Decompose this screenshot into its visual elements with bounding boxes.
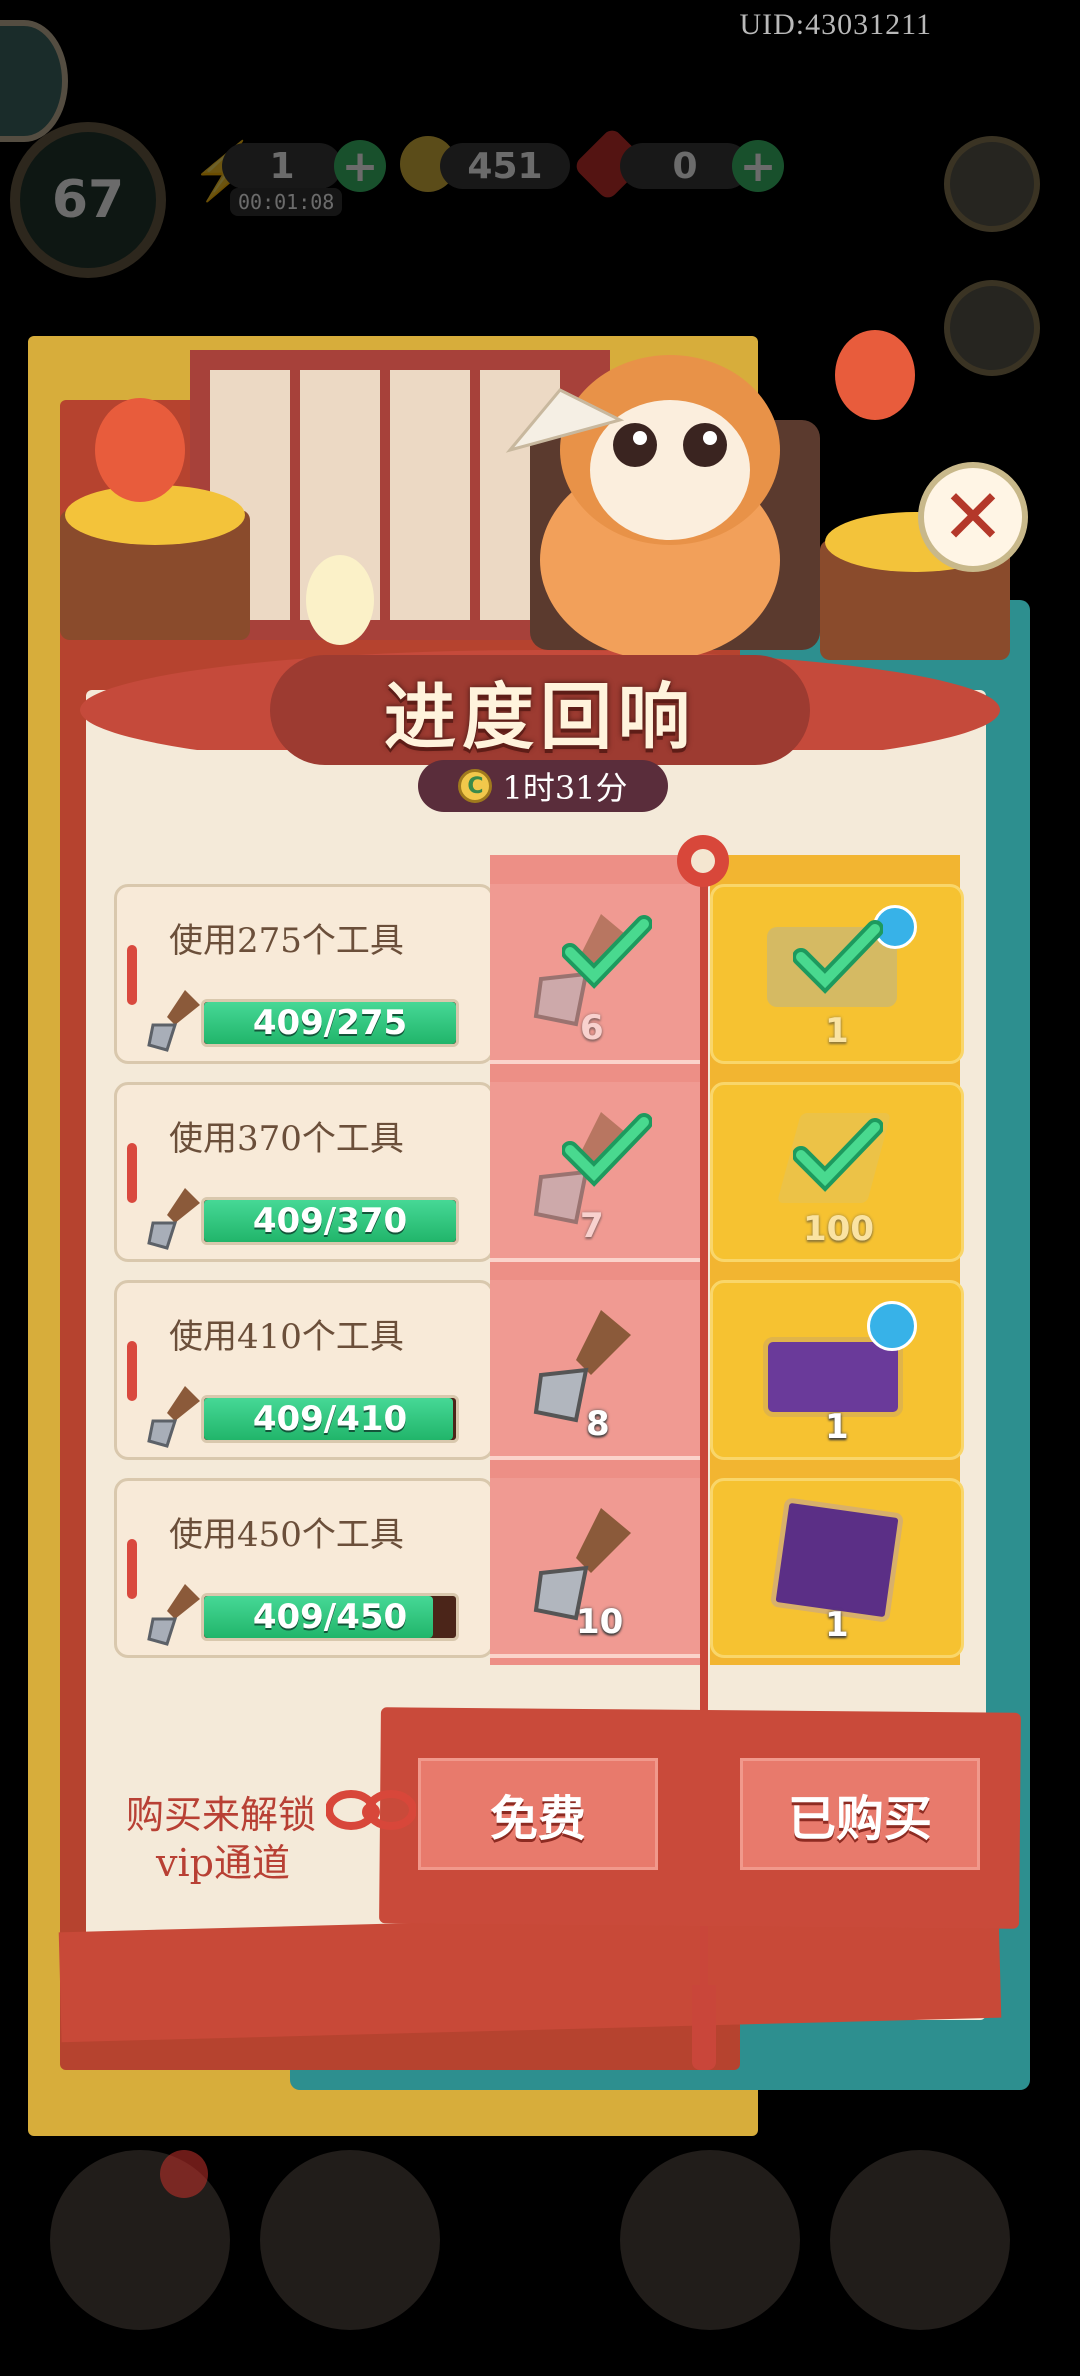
vip-unlock-note: 购买来解锁 [126,1793,317,1837]
task-label: 使用410个工具 [169,1317,404,1357]
reward-count: 100 [803,1209,874,1249]
reward-count: 1 [825,1407,849,1447]
panel-title: 进度回响 [383,673,696,759]
bow-icon [326,1790,416,1830]
task-label: 使用370个工具 [169,1119,404,1159]
tassel [692,1985,716,2070]
reward-count: 10 [576,1602,624,1642]
reward-count: 6 [580,1008,604,1048]
alert-badge [160,2150,208,2198]
row-marker [127,945,137,1005]
progress-bar: 409/370 [201,1197,459,1245]
energy-value: 1 [222,143,342,189]
progress-text: 409/370 [252,1201,408,1241]
row-marker [127,1539,137,1599]
reward-count: 7 [580,1206,604,1246]
task-row: 使用275个工具 409/275 [114,884,494,1064]
task-label: 使用275个工具 [169,921,404,961]
add-gem-button[interactable]: + [732,140,784,192]
task-row: 使用450个工具 409/450 [114,1478,494,1658]
energy-timer: 00:01:08 [230,188,343,216]
nav-teapot-icon[interactable] [830,2150,1010,2330]
vip-unlock-note: vip通道 [156,1841,290,1885]
task-label: 使用450个工具 [169,1515,404,1555]
progress-text: 409/275 [252,1003,408,1043]
progress-bar: 409/450 [201,1593,459,1641]
gem-value: 0 [620,143,750,189]
progress-text: 409/410 [252,1399,408,1439]
progress-text: 409/450 [252,1597,408,1637]
row-marker [127,1143,137,1203]
level-number: 67 [51,170,125,230]
shop-icon[interactable] [944,136,1040,232]
shovel-icon [147,1584,200,1646]
timer-text: 1时31分 [502,769,628,807]
close-button[interactable]: ✕ [918,462,1028,572]
check-icon [562,915,652,989]
coin-value: 451 [440,143,570,189]
user-id: UID:43031211 [739,8,932,41]
row-marker [127,1341,137,1401]
magnifier-icon[interactable] [867,1301,917,1351]
bought-button[interactable]: 已购买 [740,1758,980,1870]
check-icon [793,1118,883,1192]
free-reward-cell[interactable]: 10 [490,1478,702,1658]
task-row: 使用370个工具 409/370 [114,1082,494,1262]
check-icon [793,920,883,994]
progress-bar: 409/275 [201,999,459,1047]
title-plaque: 进度回响 [270,655,810,765]
clock-icon: C [458,769,493,803]
level-badge[interactable]: 67 [10,122,166,278]
close-icon: ✕ [941,472,1005,561]
event-timer: C 1时31分 [418,760,668,812]
task-row: 使用410个工具 409/410 [114,1280,494,1460]
free-reward-cell[interactable]: 6 [490,884,702,1064]
reward-count: 1 [825,1011,849,1051]
progress-bar: 409/410 [201,1395,459,1443]
chinese-knot-icon [677,835,729,887]
add-energy-button[interactable]: + [334,140,386,192]
reward-count: 1 [825,1605,849,1645]
free-reward-cell[interactable]: 7 [490,1082,702,1262]
free-reward-cell[interactable]: 8 [490,1280,702,1460]
reward-count: 8 [586,1404,610,1444]
vip-reward-cell[interactable]: 1 [710,884,964,1064]
card-bundle-icon [769,1497,905,1623]
nav-character-icon[interactable] [260,2150,440,2330]
vip-reward-cell[interactable]: 100 [710,1082,964,1262]
shovel-icon [147,1386,200,1448]
free-track-button[interactable]: 免费 [418,1758,658,1870]
check-icon [562,1113,652,1187]
shovel-icon [147,990,200,1052]
nav-house-icon[interactable] [620,2150,800,2330]
vip-reward-cell[interactable]: 1 [710,1280,964,1460]
player-avatar[interactable] [0,20,68,142]
shovel-icon [147,1188,200,1250]
vip-reward-cell[interactable]: 1 [710,1478,964,1658]
